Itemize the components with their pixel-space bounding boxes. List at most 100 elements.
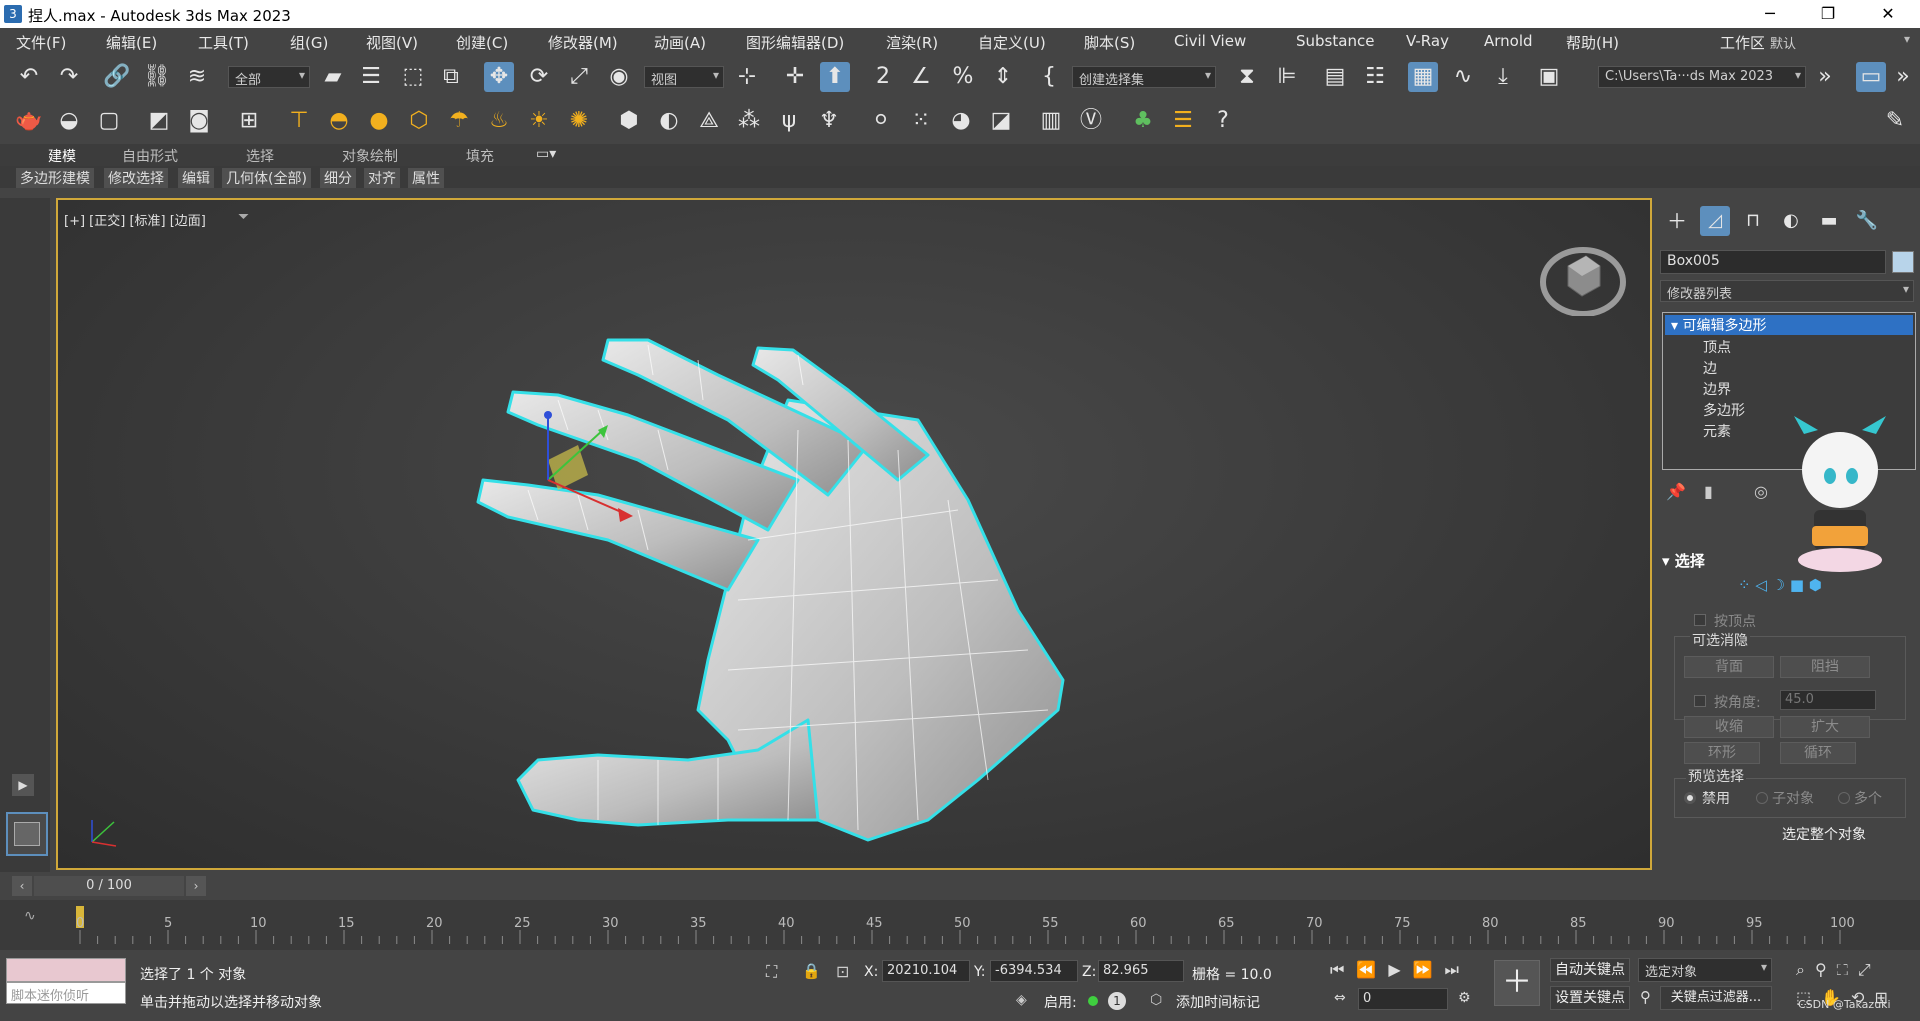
menu-modifiers[interactable]: 修改器(M): [548, 32, 618, 53]
display-tab-icon[interactable]: ▬: [1814, 206, 1844, 236]
absolute-mode-icon[interactable]: ⊡: [836, 962, 849, 981]
preview-multi-radio[interactable]: [1838, 792, 1850, 804]
viewport-label[interactable]: [+] [正交] [标准] [边面]: [64, 210, 206, 229]
viewport-nav-icons[interactable]: ⌕⚲⛶⤢: [1796, 960, 1881, 980]
menu-customize[interactable]: 自定义(U): [978, 32, 1046, 53]
menu-graph-editors[interactable]: 图形编辑器(D): [746, 32, 844, 53]
preview-subobject-radio[interactable]: [1756, 792, 1768, 804]
tab-selection[interactable]: 选择: [246, 146, 274, 166]
selection-filter-dropdown[interactable]: 全部: [228, 66, 310, 88]
menu-group[interactable]: 组(G): [290, 32, 328, 53]
schematic-view-icon[interactable]: ⤓: [1488, 62, 1518, 92]
info-icon[interactable]: 1: [1108, 992, 1126, 1010]
list-panel-icon[interactable]: ☰: [1168, 106, 1198, 136]
lamp-icon[interactable]: ⊤: [284, 106, 314, 136]
panel-align[interactable]: 对齐: [364, 168, 400, 188]
redo-icon[interactable]: ↷: [54, 62, 84, 92]
next-frame-arrow-icon[interactable]: ›: [186, 876, 206, 896]
toggle-ribbon-icon[interactable]: ▦: [1408, 62, 1438, 92]
select-move-icon[interactable]: ✥: [484, 62, 514, 92]
y-coord-field[interactable]: -6394.534: [990, 960, 1078, 982]
create-tab-icon[interactable]: ＋: [1662, 206, 1692, 236]
ring-button[interactable]: 环形: [1684, 742, 1760, 764]
dome-light-icon[interactable]: ◓: [324, 106, 354, 136]
film-icon[interactable]: ⊞: [234, 106, 264, 136]
hand-mesh[interactable]: [398, 280, 1318, 860]
undo-icon[interactable]: ↶: [14, 62, 44, 92]
menu-rendering[interactable]: 渲染(R): [886, 32, 938, 53]
menu-civil-view[interactable]: Civil View: [1174, 32, 1246, 50]
workspace-dropdown[interactable]: 默认: [1764, 31, 1914, 53]
vray-plane-icon[interactable]: ⟁: [694, 106, 724, 136]
backface-button[interactable]: 背面: [1684, 656, 1774, 678]
playback-controls-icon[interactable]: ⏮⏪▶⏩⏭: [1330, 960, 1471, 980]
expand-layout-icon[interactable]: ▶: [12, 774, 34, 796]
stack-item-edge[interactable]: 边: [1703, 358, 1717, 378]
edit-named-selection-icon[interactable]: {: [1034, 62, 1064, 92]
menu-animation[interactable]: 动画(A): [654, 32, 706, 53]
utilities-tab-icon[interactable]: 🔧: [1852, 206, 1882, 236]
render-setup-icon[interactable]: ▣: [1534, 62, 1564, 92]
mirror-icon[interactable]: ⧗: [1232, 62, 1262, 92]
adaptive-degradation-icon[interactable]: ◈: [1016, 992, 1027, 1008]
frame-buffer-icon[interactable]: ▥: [1036, 106, 1066, 136]
grass-icon[interactable]: ψ: [774, 106, 804, 136]
rect-selection-icon[interactable]: ⬚: [398, 62, 428, 92]
time-slider[interactable]: 0 / 100: [34, 876, 184, 896]
scene-explorer-icon[interactable]: ▤: [1320, 62, 1350, 92]
unlink-icon[interactable]: ⛓: [142, 62, 172, 92]
tab-modeling[interactable]: 建模: [48, 146, 76, 166]
time-config-icon[interactable]: ⚙: [1458, 990, 1471, 1006]
menu-create[interactable]: 创建(C): [456, 32, 508, 53]
pivot-center-icon[interactable]: ⊹: [732, 62, 762, 92]
modifier-list-dropdown[interactable]: 修改器列表: [1660, 280, 1914, 302]
vray-proxy-icon[interactable]: ⬢: [614, 106, 644, 136]
grow-button[interactable]: 扩大: [1780, 716, 1870, 738]
menu-tools[interactable]: 工具(T): [198, 32, 249, 53]
add-time-tag-label[interactable]: 添加时间标记: [1176, 992, 1260, 1012]
viewport-layout-thumb[interactable]: [6, 812, 48, 856]
menu-substance[interactable]: Substance: [1296, 32, 1374, 50]
menu-file[interactable]: 文件(F): [16, 32, 66, 53]
material-browser-icon[interactable]: ◪: [986, 106, 1016, 136]
subobject-level-icons[interactable]: ⁘ ◁ ☽ ■ ⬢: [1738, 576, 1858, 598]
isolate-selection-icon[interactable]: ⛶: [766, 962, 777, 982]
current-frame-field[interactable]: 0: [1358, 988, 1448, 1010]
panel-polygon-modeling[interactable]: 多边形建模: [16, 168, 94, 188]
key-mode-dropdown[interactable]: 选定对象: [1638, 958, 1772, 982]
by-angle-checkbox[interactable]: [1694, 695, 1706, 707]
ies-light-icon[interactable]: ♨: [484, 106, 514, 136]
more-tools-icon[interactable]: »: [1810, 62, 1840, 92]
named-selection-dropdown[interactable]: 创建选择集: [1072, 66, 1216, 88]
spot-light-icon[interactable]: ☂: [444, 106, 474, 136]
occluded-button[interactable]: 阻挡: [1780, 656, 1870, 678]
by-vertex-checkbox[interactable]: [1694, 614, 1706, 626]
key-mode-toggle-icon[interactable]: ⇔: [1334, 990, 1346, 1006]
stack-item-element[interactable]: 元素: [1703, 421, 1731, 441]
menu-scripting[interactable]: 脚本(S): [1084, 32, 1135, 53]
window-crossing-icon[interactable]: ⧉: [436, 62, 466, 92]
set-key-mode-button[interactable]: 设置关键点: [1550, 986, 1630, 1010]
tab-populate[interactable]: 填充: [466, 146, 494, 166]
tab-freeform[interactable]: 自由形式: [122, 146, 178, 166]
angle-snap-icon[interactable]: ∠: [906, 62, 936, 92]
menu-help[interactable]: 帮助(H): [1566, 32, 1619, 53]
preview-off-radio[interactable]: [1684, 792, 1696, 804]
maxscript-mini-listener[interactable]: 脚本迷你侦听: [6, 982, 126, 1004]
stack-item-border[interactable]: 边界: [1703, 379, 1731, 399]
select-rotate-icon[interactable]: ⟳: [524, 62, 554, 92]
curve-editor-icon[interactable]: ∿: [1448, 62, 1478, 92]
camera-icon[interactable]: ◙: [184, 106, 214, 136]
object-icon[interactable]: ◩: [144, 106, 174, 136]
track-bar[interactable]: ∿ 0 5 10 15 20 25 30 35 40 45 50 55 60 6…: [0, 900, 1920, 950]
time-tag-icon[interactable]: ⬡: [1150, 992, 1162, 1008]
layer-explorer-icon[interactable]: ☷: [1360, 62, 1390, 92]
auto-key-button[interactable]: 自动关键点: [1550, 958, 1630, 982]
mini-curve-editor-icon[interactable]: ∿: [24, 908, 36, 924]
key-filter-icon[interactable]: ⚲: [1640, 988, 1651, 1006]
material-ball-icon[interactable]: ⚪: [866, 106, 896, 136]
vray-fur-icon[interactable]: ⁂: [734, 106, 764, 136]
panel-properties[interactable]: 属性: [408, 168, 444, 188]
key-filters-button[interactable]: 关键点过滤器...: [1660, 986, 1772, 1010]
select-whole-object-label[interactable]: 选定整个对象: [1782, 824, 1866, 844]
